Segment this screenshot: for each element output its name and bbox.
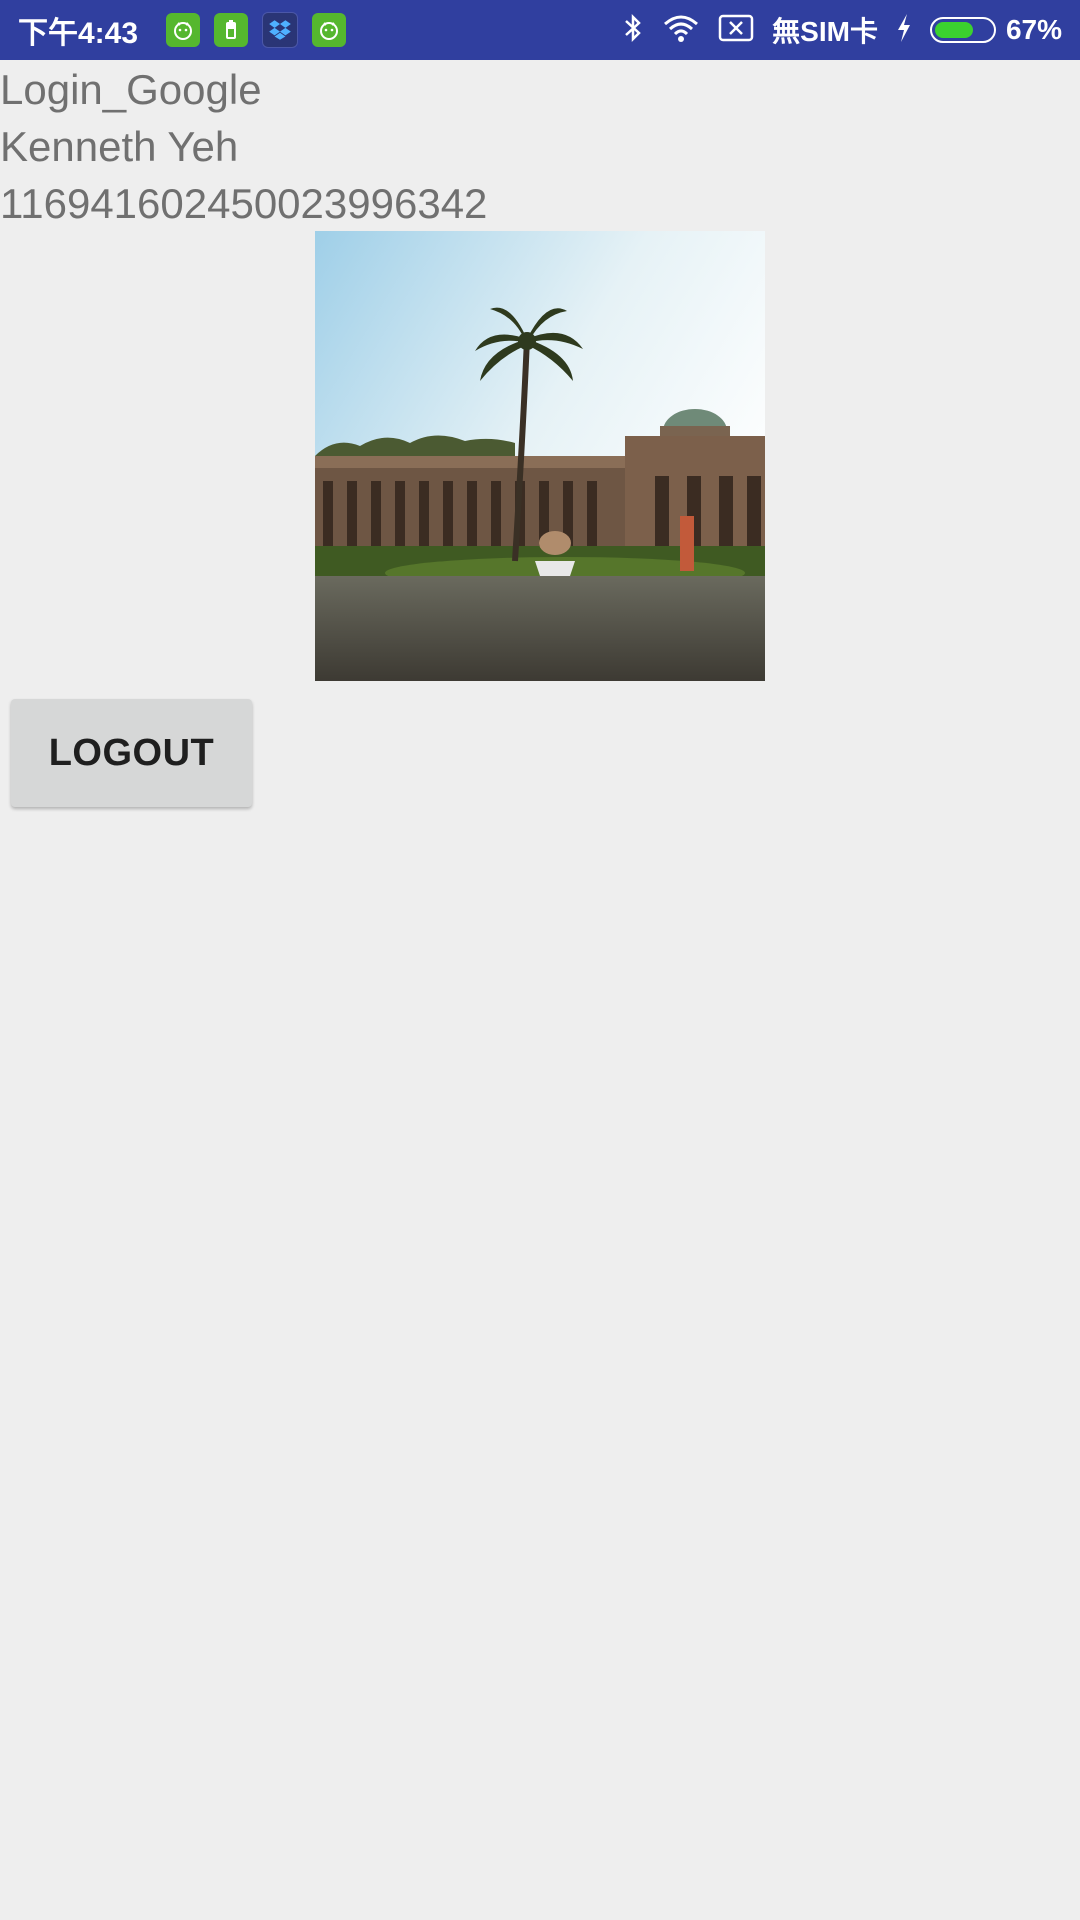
charging-icon xyxy=(896,13,912,48)
user-name-text: Kenneth Yeh xyxy=(0,123,239,170)
user-id-text: 116941602450023996342 xyxy=(0,180,488,227)
status-time: 下午4:43 xyxy=(18,17,139,50)
battery-icon xyxy=(929,17,996,43)
battery-level-fill xyxy=(934,22,973,38)
wifi-icon xyxy=(662,13,700,48)
dropbox-icon xyxy=(262,12,299,48)
android-icon xyxy=(166,13,201,47)
battery-percent: 67% xyxy=(1005,14,1062,45)
no-sim-icon xyxy=(718,13,754,48)
carrier-label: 無SIM卡 xyxy=(772,16,878,47)
app-title-text: Login_Google xyxy=(0,66,262,113)
battery-app-icon xyxy=(214,13,249,47)
profile-photo xyxy=(315,231,765,681)
status-bar: 下午4:43 無SIM卡 67% xyxy=(0,0,1080,60)
bluetooth-icon xyxy=(622,12,644,49)
status-indicators: 無SIM卡 67% xyxy=(604,10,1062,50)
android-icon xyxy=(312,13,347,47)
logout-button[interactable]: LOGOUT xyxy=(11,699,252,807)
